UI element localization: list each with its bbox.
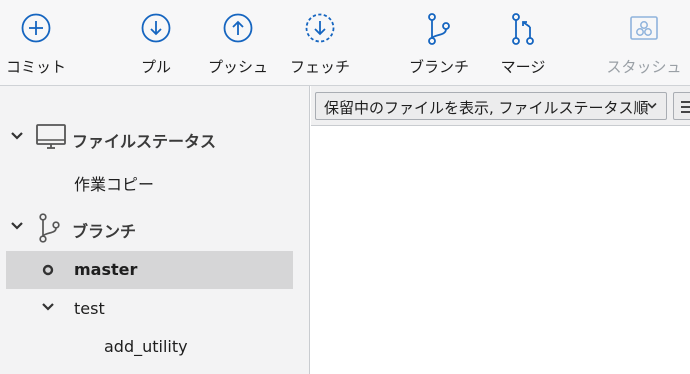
branch-icon	[39, 213, 60, 243]
push-button[interactable]: プッシュ	[204, 0, 272, 86]
master-label: master	[74, 260, 138, 279]
sidebar-item-working-copy[interactable]: 作業コピー	[0, 162, 309, 200]
file-filter-value: 保留中のファイルを表示, ファイルステータス順	[324, 99, 649, 117]
stash-label: スタッシュ	[606, 58, 682, 76]
current-branch-icon	[42, 264, 54, 276]
sidebar: ファイルステータス 作業コピー ブランチ master test add_uti…	[0, 86, 310, 374]
merge-icon	[512, 13, 534, 45]
branch-icon	[428, 13, 450, 45]
add-utility-label: add_utility	[104, 337, 188, 356]
chevron-down-icon[interactable]	[10, 221, 24, 231]
branch-group-test[interactable]: test	[0, 290, 309, 328]
merge-label: マージ	[500, 58, 546, 76]
pull-button[interactable]: プル	[126, 0, 186, 86]
commit-label: コミット	[5, 58, 66, 76]
working-copy-label: 作業コピー	[74, 175, 155, 194]
stash-button[interactable]: スタッシュ	[602, 0, 686, 86]
file-list-panel: 保留中のファイルを表示, ファイルステータス順	[311, 86, 690, 374]
monitor-icon	[36, 124, 66, 149]
file-status-header: ファイルステータス	[72, 132, 217, 151]
chevron-down-icon[interactable]	[41, 302, 55, 312]
arrow-down-circle-icon	[141, 13, 171, 43]
sidebar-group-branches[interactable]: ブランチ	[0, 209, 309, 247]
branch-label: ブランチ	[408, 58, 469, 76]
view-options-button[interactable]	[673, 92, 690, 120]
arrow-up-circle-icon	[223, 13, 253, 43]
push-label: プッシュ	[207, 58, 268, 76]
sidebar-group-file-status[interactable]: ファイルステータス	[0, 119, 309, 157]
branches-header: ブランチ	[72, 222, 137, 241]
chevron-down-icon[interactable]	[10, 131, 24, 141]
filter-bar: 保留中のファイルを表示, ファイルステータス順	[311, 86, 690, 126]
toolbar: コミット プル プッシュ フェッチ ブランチ マージ スタッシュ	[0, 0, 690, 86]
file-filter-dropdown[interactable]: 保留中のファイルを表示, ファイルステータス順	[315, 92, 667, 120]
branch-item-master[interactable]: master	[6, 251, 293, 289]
plus-circle-icon	[21, 13, 51, 43]
branch-item-add-utility[interactable]: add_utility	[0, 328, 309, 366]
list-view-icon	[681, 101, 690, 113]
stash-icon	[630, 16, 658, 40]
merge-button[interactable]: マージ	[494, 0, 552, 86]
chevron-down-icon	[647, 102, 657, 109]
pull-label: プル	[140, 58, 171, 76]
fetch-dashed-circle-icon	[305, 13, 335, 43]
fetch-label: フェッチ	[289, 58, 350, 76]
test-label: test	[74, 299, 105, 318]
commit-button[interactable]: コミット	[0, 0, 72, 86]
branch-button[interactable]: ブランチ	[406, 0, 472, 86]
fetch-button[interactable]: フェッチ	[288, 0, 352, 86]
